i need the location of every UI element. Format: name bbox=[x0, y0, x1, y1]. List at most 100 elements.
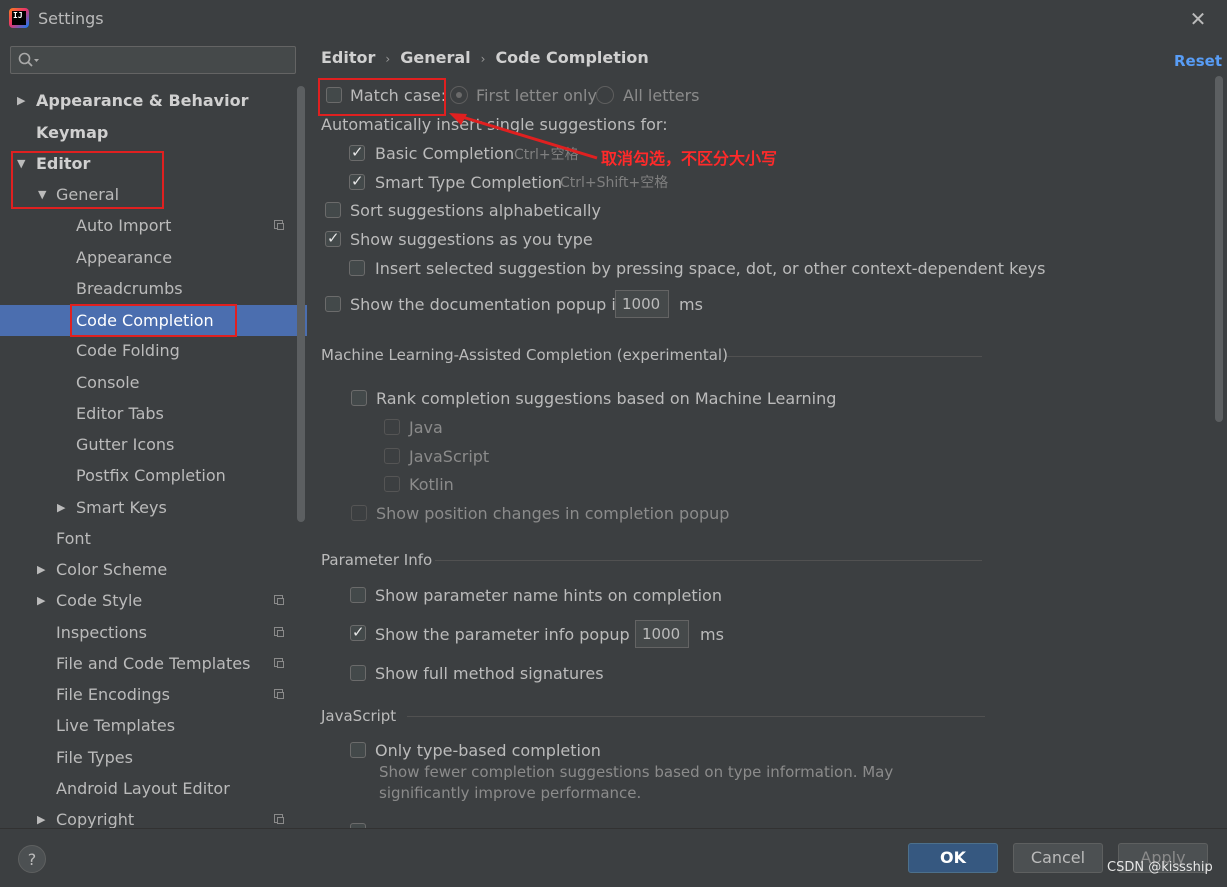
basic-completion-checkbox[interactable] bbox=[349, 143, 365, 161]
param-info-popup-ms-label: ms bbox=[700, 625, 724, 644]
ml-rank-checkbox[interactable] bbox=[351, 390, 367, 406]
sort-alphabetically-label: Sort suggestions alphabetically bbox=[350, 201, 601, 220]
sidebar-item-android-layout-editor[interactable]: Android Layout Editor bbox=[0, 773, 307, 804]
sidebar-item-live-templates[interactable]: Live Templates bbox=[0, 710, 307, 741]
first-letter-only-radio[interactable] bbox=[450, 86, 468, 104]
help-button[interactable]: ? bbox=[18, 845, 46, 873]
documentation-popup-ms-label: ms bbox=[679, 295, 703, 314]
sidebar-item-label: Editor Tabs bbox=[76, 404, 164, 423]
smart-type-completion-checkbox[interactable] bbox=[349, 172, 365, 190]
intellij-app-icon: IJ bbox=[9, 8, 29, 28]
sidebar-item-postfix-completion[interactable]: Postfix Completion bbox=[0, 460, 307, 491]
sidebar-item-label: Color Scheme bbox=[56, 560, 168, 579]
sidebar-item-code-folding[interactable]: Code Folding bbox=[0, 335, 307, 366]
breadcrumb-separator: › bbox=[385, 52, 391, 66]
project-scope-icon bbox=[274, 220, 284, 230]
sidebar-item-keymap[interactable]: Keymap bbox=[0, 117, 307, 148]
javascript-section-title: JavaScript bbox=[321, 707, 397, 725]
sidebar-item-copyright[interactable]: ▶ Copyright bbox=[0, 804, 307, 828]
ml-kotlin-label: Kotlin bbox=[409, 475, 454, 494]
sidebar-item-label: Auto Import bbox=[76, 216, 172, 235]
sidebar-item-file-code-templates[interactable]: File and Code Templates bbox=[0, 648, 307, 679]
param-name-hints-checkbox[interactable] bbox=[350, 587, 366, 603]
reset-link[interactable]: Reset bbox=[1174, 52, 1222, 70]
full-signatures-label: Show full method signatures bbox=[375, 664, 604, 683]
search-icon bbox=[18, 52, 39, 67]
ml-javascript-checkbox[interactable] bbox=[384, 448, 400, 464]
sidebar-item-appearance-behavior[interactable]: ▶ Appearance & Behavior bbox=[0, 85, 307, 116]
sidebar-item-file-encodings[interactable]: File Encodings bbox=[0, 679, 307, 710]
sidebar-item-font[interactable]: Font bbox=[0, 523, 307, 554]
sidebar-scrollbar[interactable] bbox=[297, 86, 305, 522]
param-info-popup-delay-input[interactable]: 1000 bbox=[635, 620, 689, 648]
annotation-box-match-case bbox=[318, 78, 446, 116]
sidebar-item-inspections[interactable]: Inspections bbox=[0, 617, 307, 648]
full-signatures-checkbox[interactable] bbox=[350, 665, 366, 681]
ml-position-changes-checkbox[interactable] bbox=[351, 505, 367, 521]
project-scope-icon bbox=[274, 627, 284, 637]
close-button[interactable]: ✕ bbox=[1186, 7, 1210, 31]
sidebar-item-label: Breadcrumbs bbox=[76, 279, 183, 298]
sidebar-item-label: File and Code Templates bbox=[56, 654, 251, 673]
parameter-info-section-title: Parameter Info bbox=[321, 551, 433, 569]
sidebar-item-label: File Types bbox=[56, 748, 133, 767]
sidebar-item-appearance[interactable]: Appearance bbox=[0, 242, 307, 273]
sidebar-item-gutter-icons[interactable]: Gutter Icons bbox=[0, 429, 307, 460]
smart-type-completion-label: Smart Type Completion bbox=[375, 173, 562, 192]
window-title: Settings bbox=[38, 9, 104, 28]
sidebar-item-label: Copyright bbox=[56, 810, 135, 828]
annotation-box-editor-general bbox=[11, 151, 164, 209]
sort-alphabetically-checkbox[interactable] bbox=[325, 202, 341, 218]
section-divider bbox=[727, 356, 982, 357]
ml-position-changes-label: Show position changes in completion popu… bbox=[376, 504, 730, 523]
documentation-popup-checkbox[interactable] bbox=[325, 296, 341, 312]
sidebar-item-breadcrumbs[interactable]: Breadcrumbs bbox=[0, 273, 307, 304]
chevron-right-icon: ▶ bbox=[37, 813, 46, 826]
show-as-you-type-checkbox[interactable] bbox=[325, 229, 341, 247]
sidebar-item-label: Gutter Icons bbox=[76, 435, 175, 454]
show-as-you-type-label: Show suggestions as you type bbox=[350, 230, 593, 249]
settings-search-input[interactable] bbox=[10, 46, 296, 74]
breadcrumb-editor[interactable]: Editor bbox=[321, 48, 375, 67]
sidebar-item-console[interactable]: Console bbox=[0, 367, 307, 398]
cancel-button[interactable]: Cancel bbox=[1013, 843, 1103, 873]
documentation-popup-delay-input[interactable]: 1000 bbox=[615, 290, 669, 318]
param-info-popup-checkbox[interactable] bbox=[350, 623, 366, 641]
section-divider bbox=[407, 716, 985, 717]
breadcrumb-general[interactable]: General bbox=[400, 48, 470, 67]
breadcrumb-code-completion: Code Completion bbox=[495, 48, 649, 67]
annotation-box-code-completion bbox=[70, 304, 237, 337]
title-bar: IJ Settings ✕ bbox=[0, 0, 1227, 38]
sidebar-item-color-scheme[interactable]: ▶ Color Scheme bbox=[0, 554, 307, 585]
sidebar-item-label: Smart Keys bbox=[76, 498, 167, 517]
sidebar-item-smart-keys[interactable]: ▶ Smart Keys bbox=[0, 492, 307, 523]
sidebar-item-auto-import[interactable]: Auto Import bbox=[0, 210, 307, 241]
ml-section-title: Machine Learning-Assisted Completion (ex… bbox=[321, 346, 728, 364]
sidebar-item-label: Live Templates bbox=[56, 716, 176, 735]
sidebar-item-label: Keymap bbox=[36, 123, 109, 142]
sidebar-item-label: Font bbox=[56, 529, 91, 548]
type-based-completion-description: Show fewer completion suggestions based … bbox=[379, 763, 894, 802]
insert-by-space-checkbox[interactable] bbox=[349, 260, 365, 276]
type-based-completion-checkbox[interactable] bbox=[350, 742, 366, 758]
project-scope-icon bbox=[274, 595, 284, 605]
sidebar-item-label: Console bbox=[76, 373, 140, 392]
sidebar-item-label: Android Layout Editor bbox=[56, 779, 230, 798]
sidebar-item-code-style[interactable]: ▶ Code Style bbox=[0, 585, 307, 616]
ml-java-checkbox[interactable] bbox=[384, 419, 400, 435]
dialog-footer: ? OK Cancel Apply CSDN @kissship bbox=[0, 828, 1227, 887]
sidebar-item-editor-tabs[interactable]: Editor Tabs bbox=[0, 398, 307, 429]
param-info-popup-label: Show the parameter info popup in bbox=[375, 625, 650, 644]
project-scope-icon bbox=[274, 689, 284, 699]
sidebar-item-label: Inspections bbox=[56, 623, 147, 642]
content-scrollbar[interactable] bbox=[1215, 76, 1223, 422]
all-letters-radio[interactable] bbox=[596, 86, 614, 104]
breadcrumb: Editor › General › Code Completion bbox=[321, 48, 649, 67]
param-name-hints-label: Show parameter name hints on completion bbox=[375, 586, 722, 605]
sidebar-item-file-types[interactable]: File Types bbox=[0, 742, 307, 773]
all-letters-label: All letters bbox=[623, 86, 700, 105]
sidebar-item-label: Code Folding bbox=[76, 341, 180, 360]
ml-kotlin-checkbox[interactable] bbox=[384, 476, 400, 492]
sidebar-item-label: Appearance bbox=[76, 248, 173, 267]
ok-button[interactable]: OK bbox=[908, 843, 998, 873]
